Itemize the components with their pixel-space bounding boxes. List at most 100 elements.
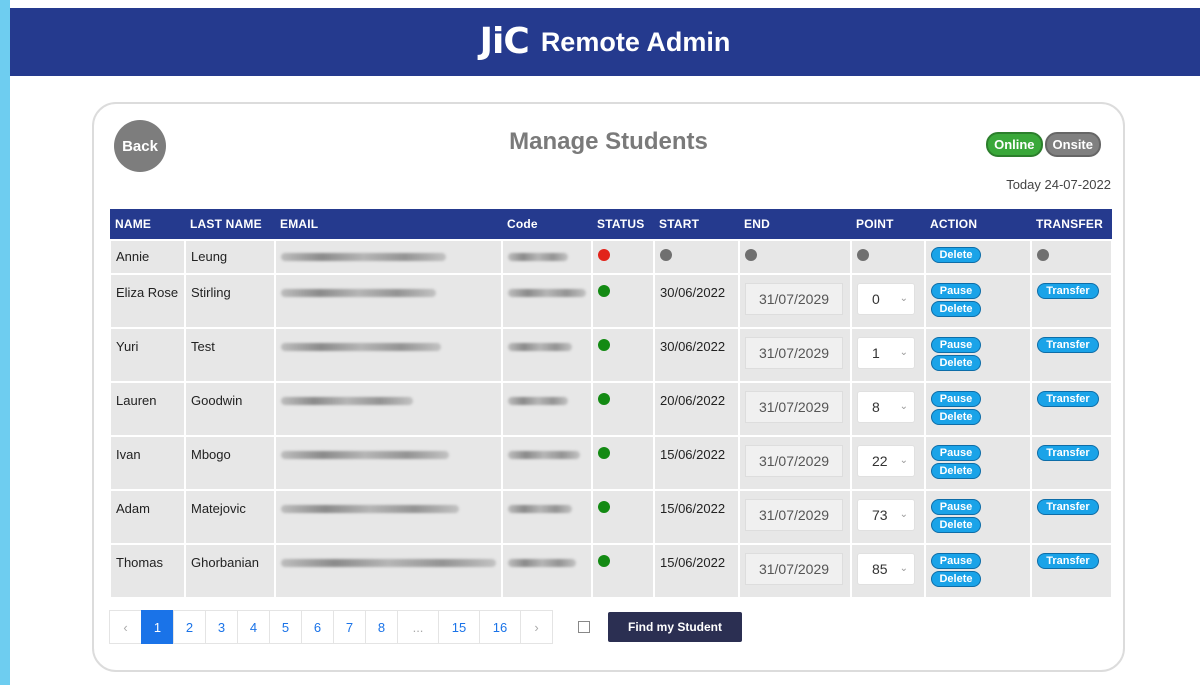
transfer-button[interactable]: Transfer	[1037, 499, 1099, 515]
point-value: 22	[872, 453, 888, 469]
end-date-field[interactable]: 31/07/2029	[745, 391, 843, 423]
chevron-down-icon: ⌄	[899, 293, 908, 304]
delete-button[interactable]: Delete	[931, 355, 981, 371]
point-select[interactable]: 85 ⌄	[857, 553, 915, 585]
delete-button[interactable]: Delete	[931, 247, 981, 263]
status-dot-icon	[598, 285, 610, 297]
point-cell: 22 ⌄	[850, 435, 926, 491]
prev-page-button[interactable]: ‹	[109, 610, 142, 644]
delete-button[interactable]: Delete	[931, 463, 981, 479]
empty-dot-icon	[745, 249, 757, 261]
first-name-cell: Yuri	[109, 327, 186, 383]
end-date: 31/07/2029	[758, 453, 830, 469]
column-header: Code	[502, 209, 592, 240]
point-select[interactable]: 1 ⌄	[857, 337, 915, 369]
end-cell: 31/07/2029	[738, 543, 852, 599]
end-date: 31/07/2029	[758, 507, 830, 523]
page-button[interactable]: 5	[269, 610, 302, 644]
table-row: Yuri Test 30/06/2022 31/07/2029 1 ⌄ Pause Delet…	[109, 327, 1113, 383]
email-cell	[274, 489, 503, 545]
code-redacted	[508, 397, 568, 405]
empty-dot-icon	[660, 249, 672, 261]
point-value: 73	[872, 507, 888, 523]
delete-button[interactable]: Delete	[931, 571, 981, 587]
last-name: Stirling	[191, 285, 231, 300]
transfer-button[interactable]: Transfer	[1037, 337, 1099, 353]
start-cell: 20/06/2022	[653, 381, 740, 437]
start-date: 15/06/2022	[660, 447, 726, 462]
chevron-down-icon: ⌄	[899, 347, 908, 358]
onsite-toggle[interactable]: Onsite	[1044, 132, 1101, 157]
email-cell	[274, 543, 503, 599]
email-redacted	[281, 289, 436, 297]
chevron-down-icon: ⌄	[899, 509, 908, 520]
action-cell: Pause Delete	[924, 489, 1032, 545]
last-name: Mbogo	[191, 447, 231, 462]
point-select[interactable]: 0 ⌄	[857, 283, 915, 315]
page-button[interactable]: 8	[365, 610, 398, 644]
page-button[interactable]: 2	[173, 610, 206, 644]
online-toggle[interactable]: Online	[986, 132, 1043, 157]
point-select[interactable]: 22 ⌄	[857, 445, 915, 477]
end-date-field[interactable]: 31/07/2029	[745, 283, 843, 315]
page-button[interactable]: 6	[301, 610, 334, 644]
last-name-cell: Mbogo	[184, 435, 276, 491]
end-date-field[interactable]: 31/07/2029	[745, 499, 843, 531]
point-select[interactable]: 73 ⌄	[857, 499, 915, 531]
action-cell: Pause Delete	[924, 543, 1032, 599]
email-cell	[274, 273, 503, 329]
pause-button[interactable]: Pause	[931, 445, 981, 461]
code-redacted	[508, 505, 572, 513]
page-button[interactable]: 7	[333, 610, 366, 644]
first-name: Ivan	[116, 447, 141, 462]
end-date-field[interactable]: 31/07/2029	[745, 553, 843, 585]
email-cell	[274, 239, 503, 275]
status-cell	[591, 543, 655, 599]
select-checkbox[interactable]	[578, 621, 590, 633]
pause-button[interactable]: Pause	[931, 499, 981, 515]
email-redacted	[281, 343, 441, 351]
find-my-student-button[interactable]: Find my Student	[608, 612, 742, 642]
delete-button[interactable]: Delete	[931, 301, 981, 317]
pause-button[interactable]: Pause	[931, 391, 981, 407]
transfer-cell	[1030, 239, 1113, 275]
pause-button[interactable]: Pause	[931, 283, 981, 299]
status-dot-icon	[598, 249, 610, 261]
pause-button[interactable]: Pause	[931, 337, 981, 353]
point-cell: 0 ⌄	[850, 273, 926, 329]
code-cell	[501, 543, 593, 599]
pause-button[interactable]: Pause	[931, 553, 981, 569]
transfer-button[interactable]: Transfer	[1037, 283, 1099, 299]
end-date-field[interactable]: 31/07/2029	[745, 337, 843, 369]
column-header: EMAIL	[275, 209, 502, 240]
page-button[interactable]: 4	[237, 610, 270, 644]
point-select[interactable]: 8 ⌄	[857, 391, 915, 423]
end-cell: 31/07/2029	[738, 489, 852, 545]
email-redacted	[281, 559, 496, 567]
last-name-cell: Test	[184, 327, 276, 383]
end-date-field[interactable]: 31/07/2029	[745, 445, 843, 477]
status-cell	[591, 239, 655, 275]
page-button[interactable]: 16	[479, 610, 521, 644]
delete-button[interactable]: Delete	[931, 517, 981, 533]
transfer-button[interactable]: Transfer	[1037, 553, 1099, 569]
transfer-button[interactable]: Transfer	[1037, 391, 1099, 407]
code-redacted	[508, 253, 568, 261]
next-page-button[interactable]: ›	[520, 610, 553, 644]
page-title: Manage Students	[509, 128, 708, 155]
action-cell: Pause Delete	[924, 273, 1032, 329]
code-cell	[501, 273, 593, 329]
transfer-button[interactable]: Transfer	[1037, 445, 1099, 461]
table-row: Annie Leung Delete	[109, 239, 1113, 275]
chevron-down-icon: ⌄	[899, 455, 908, 466]
page-button[interactable]: 15	[438, 610, 480, 644]
end-date: 31/07/2029	[758, 345, 830, 361]
code-redacted	[508, 289, 586, 297]
last-name-cell: Goodwin	[184, 381, 276, 437]
mode-toggle: Online Onsite	[986, 132, 1101, 157]
point-cell	[850, 239, 926, 275]
page-button[interactable]: 1	[141, 610, 174, 644]
page-button[interactable]: 3	[205, 610, 238, 644]
first-name-cell: Adam	[109, 489, 186, 545]
delete-button[interactable]: Delete	[931, 409, 981, 425]
